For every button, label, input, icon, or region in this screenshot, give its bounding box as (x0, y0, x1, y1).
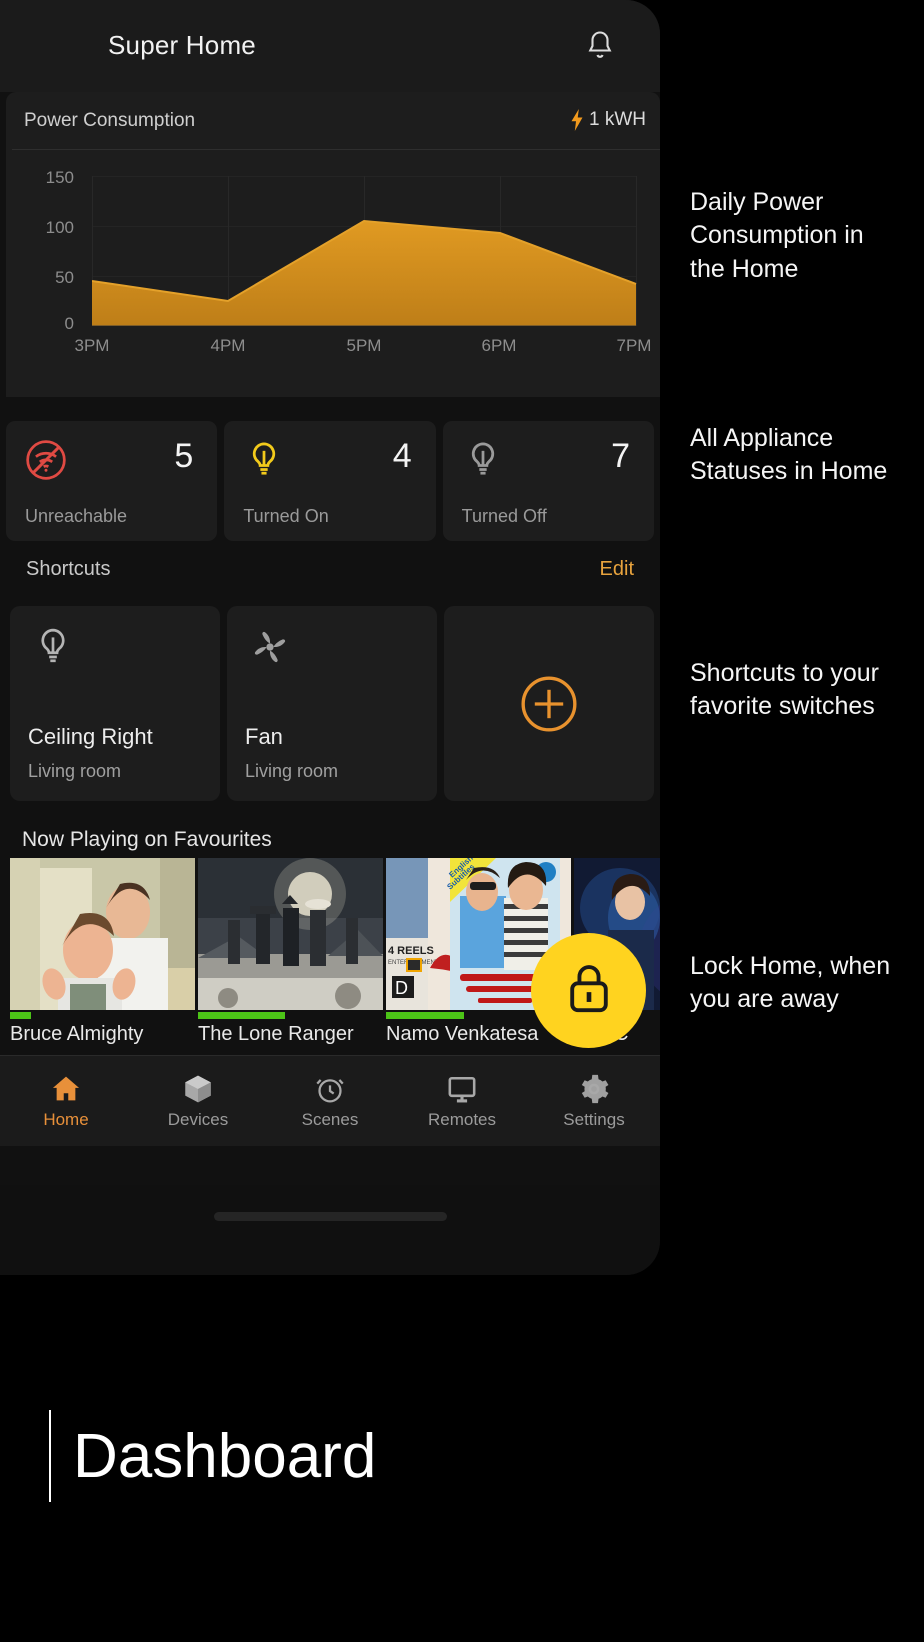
home-icon (49, 1072, 83, 1106)
svg-text:D: D (395, 978, 408, 998)
x-tick-3pm: 3PM (74, 336, 110, 355)
status-label: Turned Off (461, 506, 547, 526)
annotation-shortcuts: Shortcuts to your favorite switches (690, 659, 879, 721)
app-bar: Super Home (0, 0, 660, 92)
chart-plot-area (92, 176, 637, 326)
y-tick-50: 50 (55, 268, 74, 287)
nav-item-remotes[interactable]: Remotes (396, 1056, 528, 1146)
lightning-bolt-icon (570, 109, 584, 131)
svg-text:4 REELS: 4 REELS (388, 945, 434, 957)
status-card-turned-off[interactable]: 7 Turned Off (442, 421, 654, 541)
bottom-navigation: Home Devices Scenes Remotes Settings (0, 1055, 660, 1146)
x-tick-4pm: 4PM (210, 336, 246, 355)
now-playing-title: Now Playing on Favourites (22, 828, 272, 851)
shortcut-room: Living room (28, 761, 122, 781)
power-value: 1 kWH (589, 109, 646, 130)
nav-item-scenes[interactable]: Scenes (264, 1056, 396, 1146)
phone-screen-bezel: Super Home Power Consumption 1 kWH 150 1… (0, 0, 660, 1275)
gear-icon (577, 1072, 611, 1106)
now-playing-item[interactable]: Bruce Almighty (10, 858, 195, 1048)
chart-area-series (92, 219, 637, 326)
monitor-icon (445, 1072, 479, 1106)
alarm-icon (313, 1072, 347, 1106)
media-progress-bar (198, 1012, 285, 1019)
y-tick-150: 150 (45, 168, 74, 187)
shortcuts-header: Shortcuts Edit (0, 558, 654, 604)
nav-label: Home (43, 1110, 89, 1129)
lock-home-button[interactable] (531, 933, 646, 1048)
media-thumbnail[interactable] (198, 858, 383, 1010)
nav-item-home[interactable]: Home (0, 1056, 132, 1146)
media-progress-bar (386, 1012, 464, 1019)
app-screen: Super Home Power Consumption 1 kWH 150 1… (0, 0, 660, 1185)
shortcut-name: Ceiling Right (28, 724, 153, 749)
status-count: 5 (174, 437, 194, 475)
y-tick-100: 100 (45, 218, 74, 237)
status-label: Unreachable (25, 506, 128, 526)
nav-label: Devices (167, 1110, 229, 1129)
status-count: 7 (611, 437, 630, 475)
wifi-off-icon (24, 438, 68, 482)
nav-label: Scenes (301, 1110, 359, 1129)
x-tick-7pm: 7PM (616, 336, 652, 355)
status-card-unreachable[interactable]: 5 Unreachable (6, 421, 218, 541)
shortcuts-row: Ceiling Right Living room Fan Living roo… (10, 606, 654, 801)
divider (12, 149, 660, 150)
y-tick-0: 0 (64, 314, 74, 333)
x-tick-6pm: 6PM (481, 336, 517, 355)
appliance-status-row: 5 Unreachable 4 Turned On 7 Turned Off (6, 421, 654, 541)
shortcut-card-ceiling-right[interactable]: Ceiling Right Living room (10, 606, 220, 801)
bulb-on-icon (242, 438, 286, 482)
media-title: The Lone Ranger (198, 1023, 354, 1045)
shortcuts-title: Shortcuts (26, 558, 111, 580)
footer: Dashboard (49, 1410, 376, 1502)
x-tick-5pm: 5PM (346, 336, 382, 355)
footer-title: Dashboard (73, 1421, 377, 1491)
annotation-statuses: All Appliance Statuses in Home (690, 424, 888, 486)
shortcut-name: Fan (245, 724, 283, 749)
power-consumption-card[interactable]: Power Consumption 1 kWH 150 100 50 0 3PM… (6, 92, 660, 397)
shortcut-room: Living room (245, 761, 339, 781)
shortcuts-edit-button[interactable]: Edit (600, 558, 634, 581)
power-value-group: 1 kWH (570, 109, 646, 131)
notification-bell-icon[interactable] (582, 28, 618, 64)
annotation-lock: Lock Home, when you are away (690, 952, 891, 1014)
status-count: 4 (392, 437, 412, 475)
shortcut-card-fan[interactable]: Fan Living room (227, 606, 437, 801)
nav-item-devices[interactable]: Devices (132, 1056, 264, 1146)
now-playing-item[interactable]: The Lone Ranger (198, 858, 383, 1048)
bulb-off-icon (461, 438, 505, 482)
home-indicator (214, 1212, 447, 1221)
media-progress-bar (10, 1012, 31, 1019)
media-title: Bruce Almighty (10, 1023, 144, 1045)
fan-icon (247, 624, 293, 670)
nav-label: Settings (563, 1110, 625, 1129)
plus-circle-icon (518, 673, 580, 735)
nav-label: Remotes (427, 1110, 497, 1129)
media-thumbnail[interactable] (10, 858, 195, 1010)
phone-frame: Super Home Power Consumption 1 kWH 150 1… (0, 0, 660, 1275)
status-card-turned-on[interactable]: 4 Turned On (224, 421, 436, 541)
annotation-power: Daily Power Consumption in the Home (690, 188, 864, 283)
page-title: Super Home (108, 30, 256, 60)
nav-item-settings[interactable]: Settings (528, 1056, 660, 1146)
lock-icon (558, 957, 620, 1024)
bulb-icon (30, 624, 76, 670)
power-card-title: Power Consumption (24, 110, 196, 131)
power-chart: 150 100 50 0 3PM 4PM 5PM 6PM 7PM (6, 154, 660, 394)
status-label: Turned On (243, 506, 329, 526)
footer-divider (49, 1410, 51, 1502)
add-shortcut-button[interactable] (444, 606, 654, 801)
cube-icon (181, 1072, 215, 1106)
